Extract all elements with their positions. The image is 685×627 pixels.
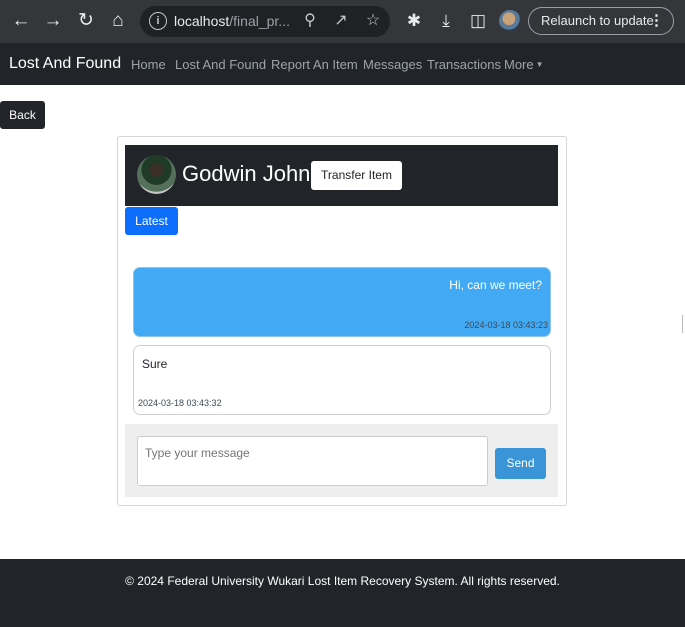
back-button[interactable]: Back xyxy=(0,101,45,129)
url-host: localhost xyxy=(174,13,230,29)
puzzle-icon[interactable]: ✱ xyxy=(402,9,426,33)
message-input-placeholder: Type your message xyxy=(145,446,250,460)
message-received: Sure 2024-03-18 03:43:32 xyxy=(133,345,551,415)
sidepanel-icon[interactable]: ◫ xyxy=(466,9,490,33)
back-arrow-icon[interactable]: ← xyxy=(9,9,33,33)
send-button[interactable]: Send xyxy=(495,448,546,479)
footer-copyright: © 2024 Federal University Wukari Lost It… xyxy=(125,574,560,588)
navbar-brand[interactable]: Lost And Found xyxy=(9,55,121,73)
site-footer: © 2024 Federal University Wukari Lost It… xyxy=(0,559,685,627)
site-navbar: Lost And Found Home Lost And Found Repor… xyxy=(0,43,685,85)
contact-avatar xyxy=(137,155,176,194)
message-timestamp: 2024-03-18 03:43:23 xyxy=(464,320,548,330)
download-icon[interactable]: ⤓ xyxy=(434,9,458,33)
transfer-item-button[interactable]: Transfer Item xyxy=(311,161,402,190)
relaunch-button[interactable]: Relaunch to update ⋮ xyxy=(528,7,674,35)
nav-link-home[interactable]: Home xyxy=(131,57,166,72)
nav-more-label: More xyxy=(504,57,534,72)
forward-arrow-icon[interactable]: → xyxy=(41,9,65,33)
address-url: localhost/final_pr... xyxy=(174,13,290,29)
message-sent: Hi, can we meet? 2024-03-18 03:43:23 xyxy=(133,267,551,337)
nav-link-report-an-item[interactable]: Report An Item xyxy=(271,57,358,72)
message-timestamp: 2024-03-18 03:43:32 xyxy=(138,398,222,408)
message-input[interactable]: Type your message xyxy=(137,436,488,486)
reload-icon[interactable]: ↻ xyxy=(74,9,98,33)
share-icon[interactable]: ↗ xyxy=(330,10,352,32)
profile-avatar[interactable] xyxy=(499,10,521,32)
message-text: Sure xyxy=(142,357,168,371)
contact-name: Godwin John xyxy=(182,161,311,186)
caret-down-icon: ▼ xyxy=(535,60,544,69)
info-icon[interactable]: i xyxy=(149,12,167,30)
nav-link-transactions[interactable]: Transactions xyxy=(427,57,501,72)
nav-link-messages[interactable]: Messages xyxy=(363,57,422,72)
browser-toolbar: ← → ↻ ⌂ i localhost/final_pr... ⚲ ↗ ☆ ✱ … xyxy=(0,0,685,43)
url-path: /final_pr... xyxy=(229,13,290,29)
home-icon[interactable]: ⌂ xyxy=(106,9,130,33)
relaunch-label: Relaunch to update xyxy=(541,13,654,28)
nav-dropdown-more[interactable]: More ▼ xyxy=(504,57,544,72)
nav-link-lost-and-found[interactable]: Lost And Found xyxy=(175,57,266,72)
latest-button[interactable]: Latest xyxy=(125,207,178,235)
message-text: Hi, can we meet? xyxy=(449,278,542,292)
divider xyxy=(682,315,683,333)
zoom-icon[interactable]: ⚲ xyxy=(299,10,321,32)
more-vert-icon[interactable]: ⋮ xyxy=(649,8,664,34)
address-bar[interactable]: i localhost/final_pr... ⚲ ↗ ☆ xyxy=(140,6,390,37)
star-icon[interactable]: ☆ xyxy=(362,10,384,32)
